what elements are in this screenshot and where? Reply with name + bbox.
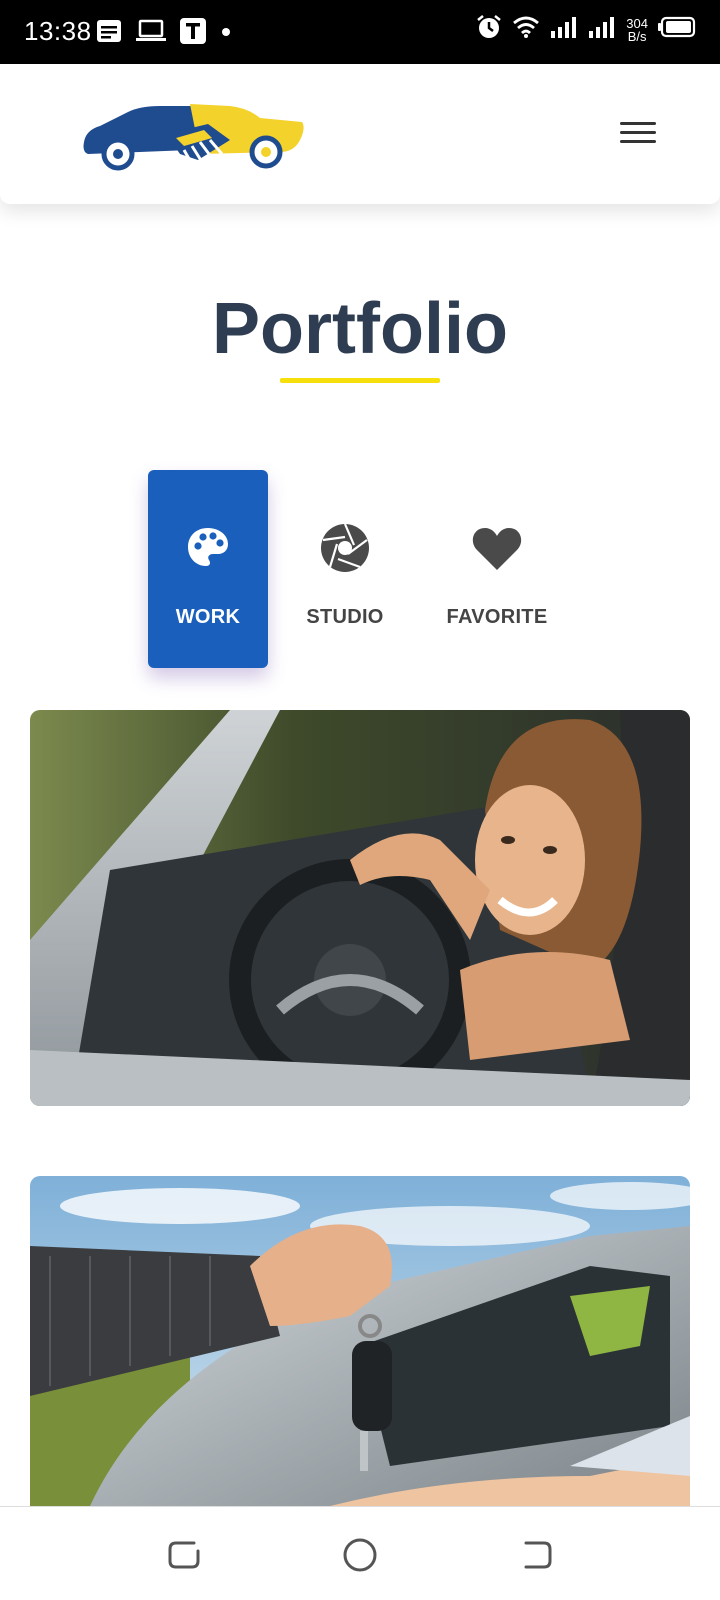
palette-icon	[180, 520, 236, 576]
status-right-icons: 304 B/s	[476, 14, 696, 45]
signal-icon	[588, 15, 616, 44]
net-speed-value: 304	[626, 15, 648, 31]
status-time: 13:38	[24, 16, 92, 46]
car-key-handover-photo[interactable]	[30, 1176, 690, 1506]
page-title: Portfolio	[212, 289, 508, 369]
t-app-icon	[180, 18, 206, 49]
back-icon[interactable]	[164, 1535, 204, 1575]
dot-icon	[220, 25, 232, 43]
notes-icon	[96, 19, 122, 48]
camera-aperture-icon	[317, 520, 373, 576]
car-handshake-logo[interactable]	[80, 94, 310, 180]
net-speed: 304 B/s	[626, 17, 648, 43]
tab-favorite-label: FAVORITE	[446, 606, 548, 628]
heart-icon	[469, 520, 525, 576]
home-icon[interactable]	[340, 1535, 380, 1575]
wifi-icon	[512, 15, 540, 44]
battery-icon	[658, 16, 696, 43]
status-bar: 13:38 304 B/s	[0, 0, 720, 64]
tab-favorite[interactable]: FAVORITE	[437, 470, 557, 668]
site-header	[0, 64, 720, 204]
tab-work-label: WORK	[175, 606, 241, 628]
status-left-icons	[96, 18, 232, 49]
title-underline	[280, 378, 440, 383]
tab-studio[interactable]: STUDIO	[285, 470, 405, 668]
system-nav-bar	[0, 1506, 720, 1600]
net-speed-unit: B/s	[627, 28, 647, 44]
tab-studio-label: STUDIO	[306, 606, 384, 628]
signal-icon	[550, 15, 578, 44]
alarm-icon	[476, 14, 502, 45]
recents-icon[interactable]	[516, 1535, 556, 1575]
hamburger-menu-icon[interactable]	[620, 116, 660, 150]
laptop-icon	[136, 19, 166, 48]
woman-in-convertible-photo[interactable]	[30, 710, 690, 1106]
tab-work[interactable]: WORK	[148, 470, 268, 668]
